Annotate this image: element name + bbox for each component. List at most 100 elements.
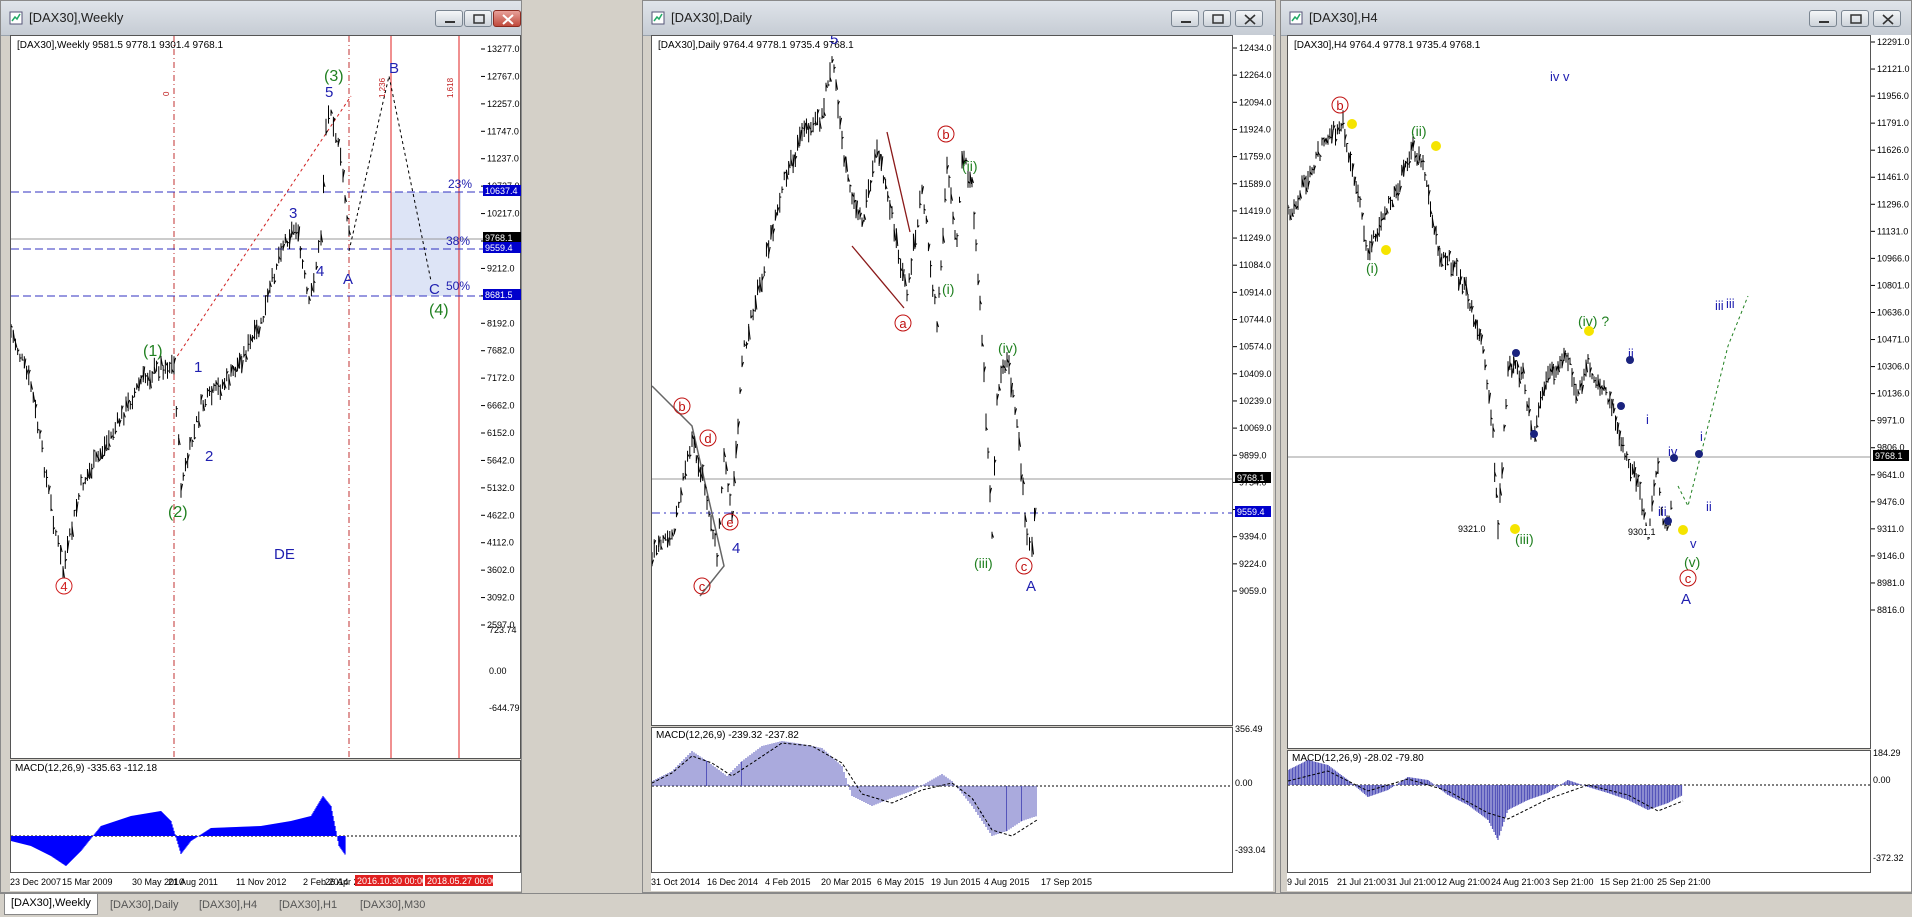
tab-dax30-h4[interactable]: [DAX30],H4	[193, 896, 263, 914]
date-tick: 4 Aug 2015	[984, 877, 1030, 887]
date-tick: 11 Nov 2012	[236, 877, 286, 887]
price-tick: 11249.0	[1239, 233, 1271, 243]
price-tick: 8816.0	[1877, 605, 1905, 615]
fib-vertical-label: 1.236	[378, 77, 387, 98]
macd-tick: 356.49	[1235, 724, 1263, 734]
navy-wave-marker	[1626, 356, 1634, 364]
weekly-price-bar	[130, 404, 132, 405]
weekly-price-bar	[44, 472, 46, 473]
h4-chart-window[interactable]: [DAX30],H4 [DAX30],H4 9764.4 9778.1 9735…	[1280, 0, 1912, 893]
macd-tick: 0.00	[1235, 778, 1253, 788]
macd-tick: -372.32	[1873, 853, 1904, 863]
close-button[interactable]	[1873, 10, 1901, 27]
h4-price-bar	[1629, 459, 1631, 460]
h4-titlebar[interactable]: [DAX30],H4	[1281, 1, 1911, 36]
wave-label: (ii)	[1411, 123, 1427, 139]
h4-date-axis: 9 Jul 201521 Jul 21:0031 Jul 21:0012 Aug…	[1287, 873, 1911, 891]
minimize-button[interactable]	[1809, 10, 1837, 27]
date-tick: 15 Sep 21:00	[1600, 877, 1654, 887]
weekly-price-plot[interactable]: [DAX30],Weekly 9581.5 9778.1 9301.4 9768…	[10, 35, 521, 759]
wave-label: 3	[289, 205, 297, 222]
h4-price-bar	[1487, 383, 1489, 384]
weekly-macd-plot[interactable]: MACD(12,26,9) -335.63 -112.18	[10, 760, 521, 873]
daily-macd-plot[interactable]: MACD(12,26,9) -239.32 -237.82	[651, 727, 1233, 873]
price-tick: 11791.0	[1877, 118, 1909, 128]
daily-titlebar[interactable]: [DAX30],Daily	[643, 1, 1275, 36]
weekly-titlebar[interactable]: [DAX30],Weekly	[1, 1, 521, 36]
weekly-chart-window[interactable]: [DAX30],Weekly [DAX30],Weekly 9581.5 977…	[0, 0, 522, 893]
weekly-price-bar	[303, 261, 305, 262]
tab-dax30-h1[interactable]: [DAX30],H1	[273, 896, 343, 914]
price-tick: 11626.0	[1877, 145, 1909, 155]
wave-label: (iii)	[1515, 531, 1534, 547]
weekly-price-bar	[170, 363, 172, 364]
macd-tick: -393.04	[1235, 845, 1266, 855]
wave-label: (v)	[1684, 554, 1700, 570]
weekly-date-axis: 23 Dec 200715 Mar 200930 May 201021 Aug …	[10, 873, 521, 891]
price-tick: 3092.0	[487, 593, 515, 603]
weekly-price-bar	[81, 477, 83, 478]
date-tick: 31 Oct 2014	[651, 877, 700, 887]
price-tick: 11589.0	[1239, 179, 1271, 189]
price-tick: 9059.0	[1239, 586, 1267, 596]
h4-price-bar	[1560, 360, 1562, 361]
tab-dax30-m30[interactable]: [DAX30],M30	[354, 896, 431, 914]
macd-tick: 723.74	[489, 625, 517, 635]
wave-label: ii	[1706, 499, 1712, 514]
price-tick: 6152.0	[487, 428, 515, 438]
yellow-wave-marker	[1347, 119, 1357, 129]
value-box: 9321.0	[1458, 524, 1486, 534]
price-tick: 11084.0	[1239, 260, 1271, 270]
yellow-wave-marker	[1510, 524, 1520, 534]
navy-wave-marker	[1617, 402, 1625, 410]
minimize-button[interactable]	[435, 10, 463, 27]
price-tick: 10306.0	[1877, 362, 1910, 372]
close-button[interactable]	[493, 10, 521, 27]
daily-price-bar	[764, 272, 766, 273]
close-button[interactable]	[1235, 10, 1263, 27]
tab-dax30-weekly[interactable]: [DAX30],Weekly	[4, 894, 98, 915]
date-tick: 9 Jul 2015	[1287, 877, 1329, 887]
h4-macd-plot[interactable]: MACD(12,26,9) -28.02 -79.80	[1287, 750, 1871, 873]
price-tick: 10217.0	[487, 209, 520, 219]
h4-price-plot[interactable]: [DAX30],H4 9764.4 9778.1 9735.4 9768.1 i…	[1287, 35, 1871, 749]
price-tick: 12434.0	[1239, 43, 1272, 53]
price-tick: 12264.0	[1239, 70, 1272, 80]
chart-tab-bar: [DAX30],Weekly [DAX30],Daily [DAX30],H4 …	[0, 893, 1912, 917]
price-badge: 9768.1	[1875, 451, 1903, 461]
price-tick: 7172.0	[487, 373, 515, 383]
price-tick: 4112.0	[487, 538, 514, 548]
date-tick: 15 Mar 2009	[62, 877, 113, 887]
price-badge: 9768.1	[485, 233, 513, 243]
price-tick: 8192.0	[487, 318, 515, 328]
maximize-button[interactable]	[1203, 10, 1231, 27]
price-tick: 12094.0	[1239, 97, 1272, 107]
h4-price-bar	[1574, 384, 1576, 385]
minimize-button[interactable]	[1171, 10, 1199, 27]
price-tick: 8981.0	[1877, 578, 1905, 588]
wave-label: A	[1681, 591, 1691, 608]
h4-price-bar	[1671, 508, 1673, 509]
maximize-button[interactable]	[464, 10, 492, 27]
price-tick: 11747.0	[487, 126, 519, 136]
yellow-wave-marker	[1381, 245, 1391, 255]
value-box: 9301.1	[1628, 527, 1656, 537]
wave-label: (4)	[429, 302, 449, 319]
navy-wave-marker	[1695, 450, 1703, 458]
wave-label: (3)	[324, 68, 344, 85]
date-tick: 4 Feb 2015	[765, 877, 811, 887]
daily-chart-window[interactable]: [DAX30],Daily [DAX30],Daily 9764.4 9778.…	[642, 0, 1276, 893]
price-tick: 11461.0	[1877, 172, 1909, 182]
price-tick: 11131.0	[1877, 226, 1908, 236]
daily-price-plot[interactable]: [DAX30],Daily 9764.4 9778.1 9735.4 9768.…	[651, 35, 1233, 726]
price-tick: 11419.0	[1239, 206, 1271, 216]
date-badge: 2018.05.27 00:00	[427, 876, 497, 886]
price-tick: 12767.0	[487, 71, 520, 81]
weekly-price-bar	[58, 543, 60, 544]
wave-label: b	[942, 127, 949, 142]
price-tick: 9394.0	[1239, 532, 1267, 542]
yellow-wave-marker	[1678, 525, 1688, 535]
tab-dax30-daily[interactable]: [DAX30],Daily	[104, 896, 184, 914]
maximize-button[interactable]	[1841, 10, 1869, 27]
price-tick: 9224.0	[1239, 559, 1267, 569]
